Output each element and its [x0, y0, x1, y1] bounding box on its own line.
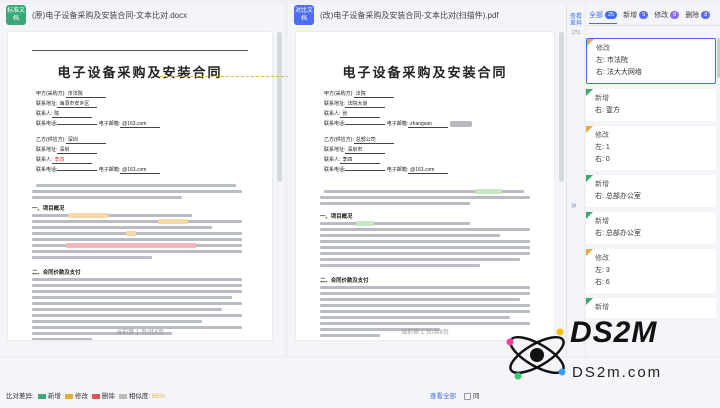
compare-doc-badge: 对比文档	[294, 5, 314, 25]
diff-card[interactable]: 修改 左: 市法院 右: 法大大网络	[586, 38, 716, 84]
standard-doc-badge: 标准文档	[6, 5, 26, 25]
section-price-payment-compare: 二、合同价款及支付	[320, 278, 369, 284]
party-b-field: 乙方(供应方): 深圳	[36, 136, 106, 144]
contract-heading: 电子设备采购及安装合同	[57, 66, 223, 81]
bottom-actions: 查看全部 同	[430, 390, 480, 400]
legend-modified: 修改	[64, 390, 88, 400]
section-price-payment: 二、合同价款及支付	[32, 270, 81, 276]
tab-added[interactable]: 新增 9	[623, 10, 649, 20]
compare-document-page[interactable]: 电子设备采购及安装合同 甲方(采购方): 法院 联系地址: 法院大道 联系人: 张 联…	[296, 32, 554, 340]
party-a-address-field-compare: 联系地址: 法院大道	[324, 100, 386, 108]
view-diff-button[interactable]: 查看差异 (25)	[568, 14, 584, 37]
party-a-phone-field: 联系电话: 电子邮箱: @163.com	[36, 120, 161, 128]
diff-card[interactable]: 新增 右: 总部办公室	[586, 175, 716, 207]
original-document-panel: 标准文档 (原)电子设备采购及安装合同-文本比对.docx 电子设备采购及安装合…	[0, 4, 284, 356]
party-a-contact-field: 联系人: 陈	[36, 110, 93, 118]
collapse-chevron-icon[interactable]: »	[571, 200, 577, 211]
tab-all[interactable]: 全部 25	[589, 10, 618, 24]
section-project-overview: 一、项目概况	[32, 206, 65, 212]
legend-added: 新增	[37, 390, 61, 400]
checkbox-icon	[464, 392, 471, 400]
original-document-page[interactable]: 电子设备采购及安装合同 甲方(采购方): 市法院 联系地址: 海洞市安乡区 联系人:…	[8, 32, 272, 340]
atom-logo-icon	[506, 328, 566, 380]
view-diff-label: 查看差异	[569, 14, 582, 27]
original-scrollbar[interactable]	[277, 32, 282, 182]
legend-label: 比对差异:	[6, 393, 34, 400]
original-document-header: 标准文档 (原)电子设备采购及安装合同-文本比对.docx	[0, 4, 284, 26]
diff-card[interactable]: 修改 左: 1 右: 0	[586, 126, 716, 170]
sync-scroll-toggle[interactable]: 同	[464, 390, 480, 400]
diff-cards: 修改 左: 市法院 右: 法大大网络 新增 右: 壹方 修改 左: 1 右: 0…	[586, 38, 716, 356]
party-b-address-field: 联系地址: 深圳	[36, 146, 98, 154]
header-rule	[32, 50, 248, 51]
compare-document-header: 对比文档 (改)电子设备采购及安装合同-文本比对(扫描件).pdf	[288, 4, 566, 26]
contract-heading-compare: 电子设备采购及安装合同	[342, 66, 508, 81]
added-flag-icon	[586, 298, 593, 305]
compare-document-title: (改)电子设备采购及安装合同-文本比对(扫描件).pdf	[320, 10, 499, 20]
party-b-address-field-compare: 联系地址: 深圳市	[324, 146, 386, 154]
diff-filter-tabs: 全部 25 新增 9 修改 8 删除 8	[586, 4, 720, 26]
diff-side-nav: 查看差异 (25) »	[566, 4, 584, 356]
party-a-phone-field-compare: 联系电话: 电子邮箱: zhangsan	[324, 120, 472, 128]
original-page-indicator: 当前第 1 页/共8页	[116, 330, 164, 336]
diff-card[interactable]: 修改 左: 3 右: 6	[586, 249, 716, 293]
party-b-field-compare: 乙方(供应方): 总部公司	[324, 136, 394, 144]
view-all-button[interactable]: 查看全部	[430, 390, 456, 400]
similarity: 相似度: 85%	[118, 390, 165, 400]
party-a-contact-field-compare: 联系人: 张	[324, 110, 381, 118]
party-a-field-compare: 甲方(采购方): 法院	[324, 90, 394, 98]
diff-list-panel: 全部 25 新增 9 修改 8 删除 8 修改 左: 市法院 右: 法大大网络 新增 右…	[586, 4, 720, 356]
party-b-contact-field-compare: 联系人: 李四	[324, 156, 381, 164]
party-b-phone-field: 联系电话: 电子邮箱: @163.com	[36, 166, 161, 174]
original-document-title: (原)电子设备采购及安装合同-文本比对.docx	[32, 10, 188, 20]
added-flag-icon	[586, 212, 593, 219]
diff-legend: 比对差异: 新增 修改 删除 相似度: 85%	[6, 390, 165, 400]
added-flag-icon	[586, 175, 593, 182]
modified-flag-icon	[586, 249, 593, 256]
modified-flag-icon	[587, 39, 594, 46]
compare-document-panel: 对比文档 (改)电子设备采购及安装合同-文本比对(扫描件).pdf 电子设备采购…	[288, 4, 566, 356]
watermark-site: DS2m.com	[572, 364, 663, 381]
party-b-phone-field-compare: 联系电话: 电子邮箱: @163.com	[324, 166, 449, 174]
tab-deleted[interactable]: 删除 8	[685, 10, 711, 20]
party-b-contact-field: 联系人: 李四	[36, 156, 93, 164]
tab-modified[interactable]: 修改 8	[654, 10, 680, 20]
party-a-field: 甲方(采购方): 市法院	[36, 90, 106, 98]
compare-scrollbar[interactable]	[559, 32, 564, 182]
legend-deleted: 删除	[91, 390, 115, 400]
section-project-overview-compare: 一、项目概况	[320, 214, 353, 220]
diff-card[interactable]: 新增 右: 壹方	[586, 89, 716, 121]
view-diff-count: (25)	[571, 30, 581, 36]
modified-flag-icon	[586, 126, 593, 133]
diff-card[interactable]: 新增 右: 总部办公室	[586, 212, 716, 244]
ds2m-watermark: DS2M DS2m.com	[496, 314, 720, 408]
watermark-brand: DS2M	[570, 316, 658, 349]
party-a-address-field: 联系地址: 海洞市安乡区	[36, 100, 98, 108]
added-flag-icon	[586, 89, 593, 96]
